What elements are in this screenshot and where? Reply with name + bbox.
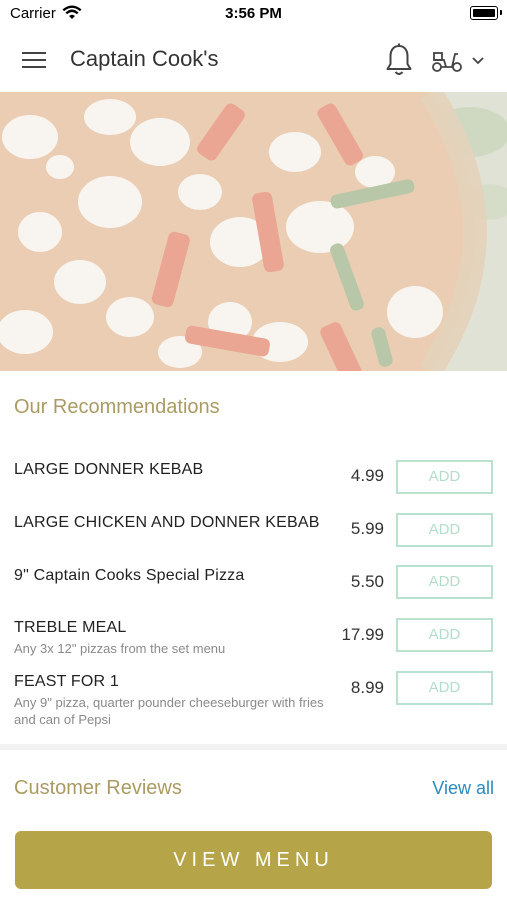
scooter-icon[interactable] [430,46,464,74]
add-button[interactable]: ADD [396,513,493,547]
item-price: 5.50 [350,572,384,591]
view-menu-button[interactable]: VIEW MENU [15,831,492,889]
hero-pizza-image [0,92,507,371]
status-time: 3:56 PM [225,5,282,22]
add-button[interactable]: ADD [396,565,493,599]
view-all-link[interactable]: View all [432,778,494,799]
menu-icon[interactable] [22,50,48,70]
pizza-illustration [0,92,507,371]
status-bar: Carrier 3:56 PM [0,0,507,28]
chevron-down-icon[interactable] [470,52,486,68]
item-price: 8.99 [350,678,384,697]
item-price: 17.99 [341,625,384,644]
battery-icon [470,6,498,20]
add-button[interactable]: ADD [396,460,493,494]
item-price: 4.99 [350,466,384,485]
app-header: Captain Cook's [0,28,507,92]
item-description: Any 9" pizza, quarter pounder cheeseburg… [14,695,324,727]
customer-reviews-title: Customer Reviews [14,777,182,799]
item-price: 5.99 [350,519,384,538]
restaurant-title: Captain Cook's [70,46,219,71]
bell-icon[interactable] [384,43,414,77]
add-button[interactable]: ADD [396,618,493,652]
section-divider [0,744,507,750]
add-button[interactable]: ADD [396,671,493,705]
item-description: Any 3x 12" pizzas from the set menu [14,641,226,656]
recommendations-title: Our Recommendations [14,396,220,418]
battery-tip [500,10,502,15]
